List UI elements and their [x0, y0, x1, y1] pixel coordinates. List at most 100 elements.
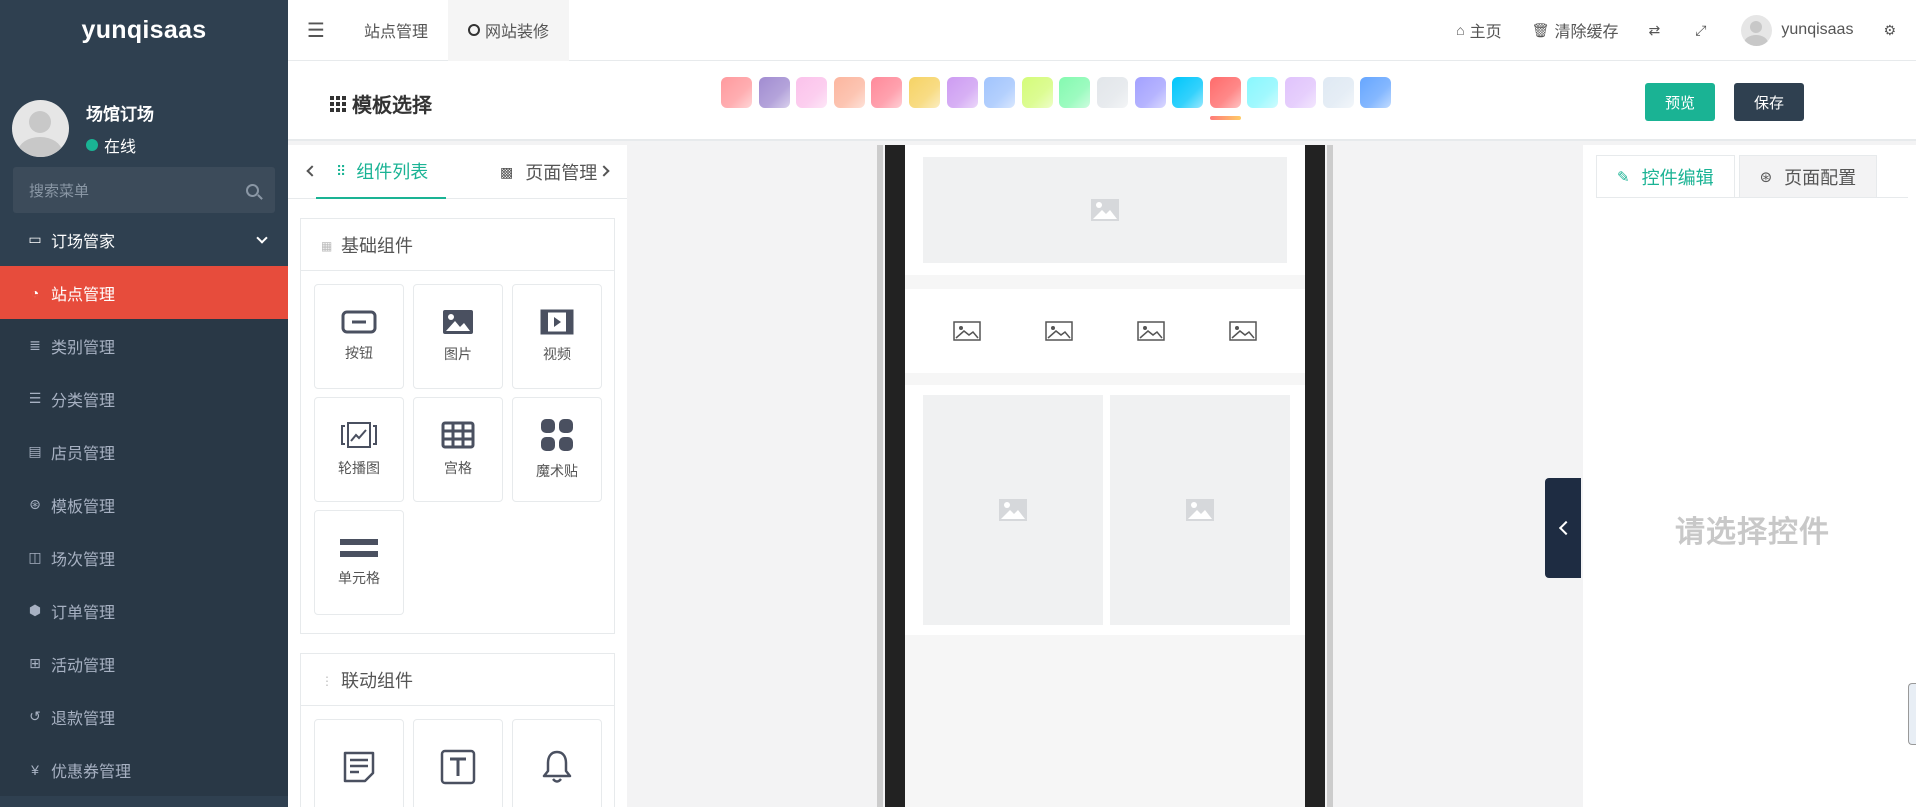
fullscreen-button[interactable]: ⤢ — [1680, 0, 1726, 61]
sidebar-item-order[interactable]: ⬢ 订单管理 — [0, 584, 288, 637]
settings-button[interactable]: ⚙ — [1868, 0, 1916, 61]
align-icon: ≣ — [29, 337, 41, 353]
sidebar-item-refund[interactable]: ↺ 退款管理 — [0, 690, 288, 743]
chevron-right-icon[interactable] — [598, 165, 610, 177]
component-carousel[interactable]: 轮播图 — [314, 397, 404, 502]
tab-site-management[interactable]: 站点管理 — [344, 0, 448, 61]
color-swatches — [721, 77, 1398, 120]
color-swatch[interactable] — [721, 77, 752, 108]
sidebar-item-category-type[interactable]: ≣ 类别管理 — [0, 319, 288, 372]
nav-icons-block[interactable] — [905, 289, 1305, 373]
sidebar-item-site[interactable]: ◔ 站点管理 — [0, 266, 288, 319]
color-swatch[interactable] — [1284, 77, 1316, 108]
magic-cube-block[interactable] — [905, 385, 1305, 635]
translate-button[interactable]: ⇄ — [1633, 0, 1680, 61]
color-swatch[interactable] — [1247, 77, 1279, 108]
component-text[interactable] — [413, 719, 503, 807]
save-button[interactable]: 保存 — [1734, 83, 1804, 121]
tab-component-list[interactable]: ⠿ 组件列表 — [316, 145, 447, 199]
sidebar-item-label: 优惠券管理 — [51, 763, 132, 781]
empty-selection-text: 请选择控件 — [1675, 516, 1830, 549]
bell-icon — [542, 750, 572, 783]
dashboard-icon: ◔ — [30, 284, 40, 301]
color-swatch[interactable] — [908, 77, 940, 108]
image-placeholder-icon — [1091, 199, 1119, 221]
user-menu[interactable]: yunqisaas — [1726, 0, 1868, 61]
tab-label: 页面配置 — [1784, 167, 1857, 188]
sidebar-item-venue-manager[interactable]: ▭ 订场管家 — [0, 213, 288, 266]
color-swatch[interactable] — [946, 77, 978, 108]
sidebar-item-label: 模板管理 — [51, 498, 116, 516]
sidebar-item-coupon[interactable]: ¥ 优惠券管理 — [0, 743, 288, 796]
tab-page-config[interactable]: ⊛ 页面配置 — [1738, 155, 1878, 197]
sidebar-item-staff[interactable]: ▤ 店员管理 — [0, 425, 288, 478]
color-swatch[interactable] — [1021, 77, 1053, 108]
phone-frame-right — [1327, 145, 1333, 807]
component-button[interactable]: 按钮 — [314, 284, 404, 389]
color-swatch[interactable] — [1059, 77, 1091, 108]
image-icon — [443, 310, 473, 334]
color-swatch[interactable] — [796, 77, 828, 108]
search-icon[interactable] — [246, 183, 259, 197]
image-placeholder-icon — [1186, 499, 1214, 521]
component-cell[interactable]: 单元格 — [314, 510, 404, 615]
color-swatch[interactable] — [871, 77, 903, 108]
sidebar-item-label: 活动管理 — [51, 657, 116, 675]
tile-label: 轮播图 — [338, 460, 380, 476]
home-label: 主页 — [1469, 24, 1502, 41]
tab-label: 控件编辑 — [1641, 167, 1714, 188]
component-image[interactable]: 图片 — [413, 284, 503, 389]
button-icon — [341, 310, 377, 334]
tile-label: 宫格 — [444, 460, 472, 476]
color-swatch[interactable] — [1322, 77, 1354, 108]
group-title: 联动组件 — [341, 670, 413, 691]
tab-label: 页面管理 — [525, 163, 598, 183]
copy-icon: ▩ — [500, 163, 514, 180]
component-notes[interactable] — [314, 719, 404, 807]
sidebar: yunqisaas 场馆订场 在线 搜索菜单 ▭ 订场管家 ◔ 站点管理 ≣ 类… — [0, 0, 288, 807]
color-swatch[interactable] — [833, 77, 865, 108]
component-grid[interactable]: 宫格 — [413, 397, 503, 502]
preview-button[interactable]: 预览 — [1645, 83, 1715, 121]
phone-screen[interactable] — [905, 145, 1305, 807]
id-card-icon: ▤ — [28, 443, 42, 459]
sidebar-item-session[interactable]: ◫ 场次管理 — [0, 531, 288, 584]
tile-label: 按钮 — [345, 345, 373, 361]
banner-block[interactable] — [905, 145, 1305, 275]
color-swatch[interactable] — [1360, 77, 1392, 108]
home-link[interactable]: ⌂ 主页 — [1441, 0, 1516, 61]
color-swatch[interactable] — [758, 77, 790, 108]
collapse-panel-button[interactable] — [1545, 478, 1581, 578]
tab-site-decoration[interactable]: 网站装修 — [448, 0, 570, 61]
color-swatch[interactable] — [1209, 77, 1241, 120]
image-placeholder — [1110, 395, 1290, 625]
basic-components-group: ▦ 基础组件 按钮 图片 视频 轮播图 宫格 魔术贴 单元格 — [300, 218, 615, 634]
component-notice[interactable] — [512, 719, 602, 807]
color-swatch[interactable] — [1096, 77, 1128, 108]
dribbble-icon: ⊛ — [29, 496, 41, 512]
component-panel: ⠿ 组件列表 ▩ 页面管理 ▦ 基础组件 按钮 图片 视频 轮播图 宫格 魔术贴… — [288, 145, 627, 807]
component-video[interactable]: 视频 — [512, 284, 602, 389]
sidebar-item-label: 店员管理 — [51, 445, 116, 463]
menu-search-input[interactable]: 搜索菜单 — [13, 167, 275, 213]
sidebar-item-classification[interactable]: ☰ 分类管理 — [0, 372, 288, 425]
clone-icon: ◫ — [28, 549, 42, 565]
color-swatch[interactable] — [984, 77, 1016, 108]
color-swatch[interactable] — [1172, 77, 1204, 108]
color-swatch[interactable] — [1134, 77, 1166, 108]
avatar[interactable] — [12, 99, 69, 157]
component-magic-cube[interactable]: 魔术贴 — [512, 397, 602, 502]
sidebar-item-template[interactable]: ⊛ 模板管理 — [0, 478, 288, 531]
scroll-handle[interactable] — [1908, 683, 1916, 745]
tab-label: 组件列表 — [356, 162, 429, 182]
menu-toggle-icon[interactable]: ☰ — [288, 0, 344, 61]
image-icon — [1137, 321, 1165, 341]
status-text: 在线 — [104, 138, 137, 156]
tab-control-edit[interactable]: ✎ 控件编辑 — [1596, 155, 1735, 197]
sidebar-item-activity[interactable]: ⊞ 活动管理 — [0, 637, 288, 690]
clear-cache-link[interactable]: 🗑 清除缓存 — [1517, 0, 1634, 61]
tab-page-management[interactable]: ▩ 页面管理 — [500, 145, 597, 199]
home-icon: ⌂ — [1456, 22, 1465, 38]
text-icon — [440, 749, 476, 785]
magic-cube-icon — [541, 419, 573, 451]
